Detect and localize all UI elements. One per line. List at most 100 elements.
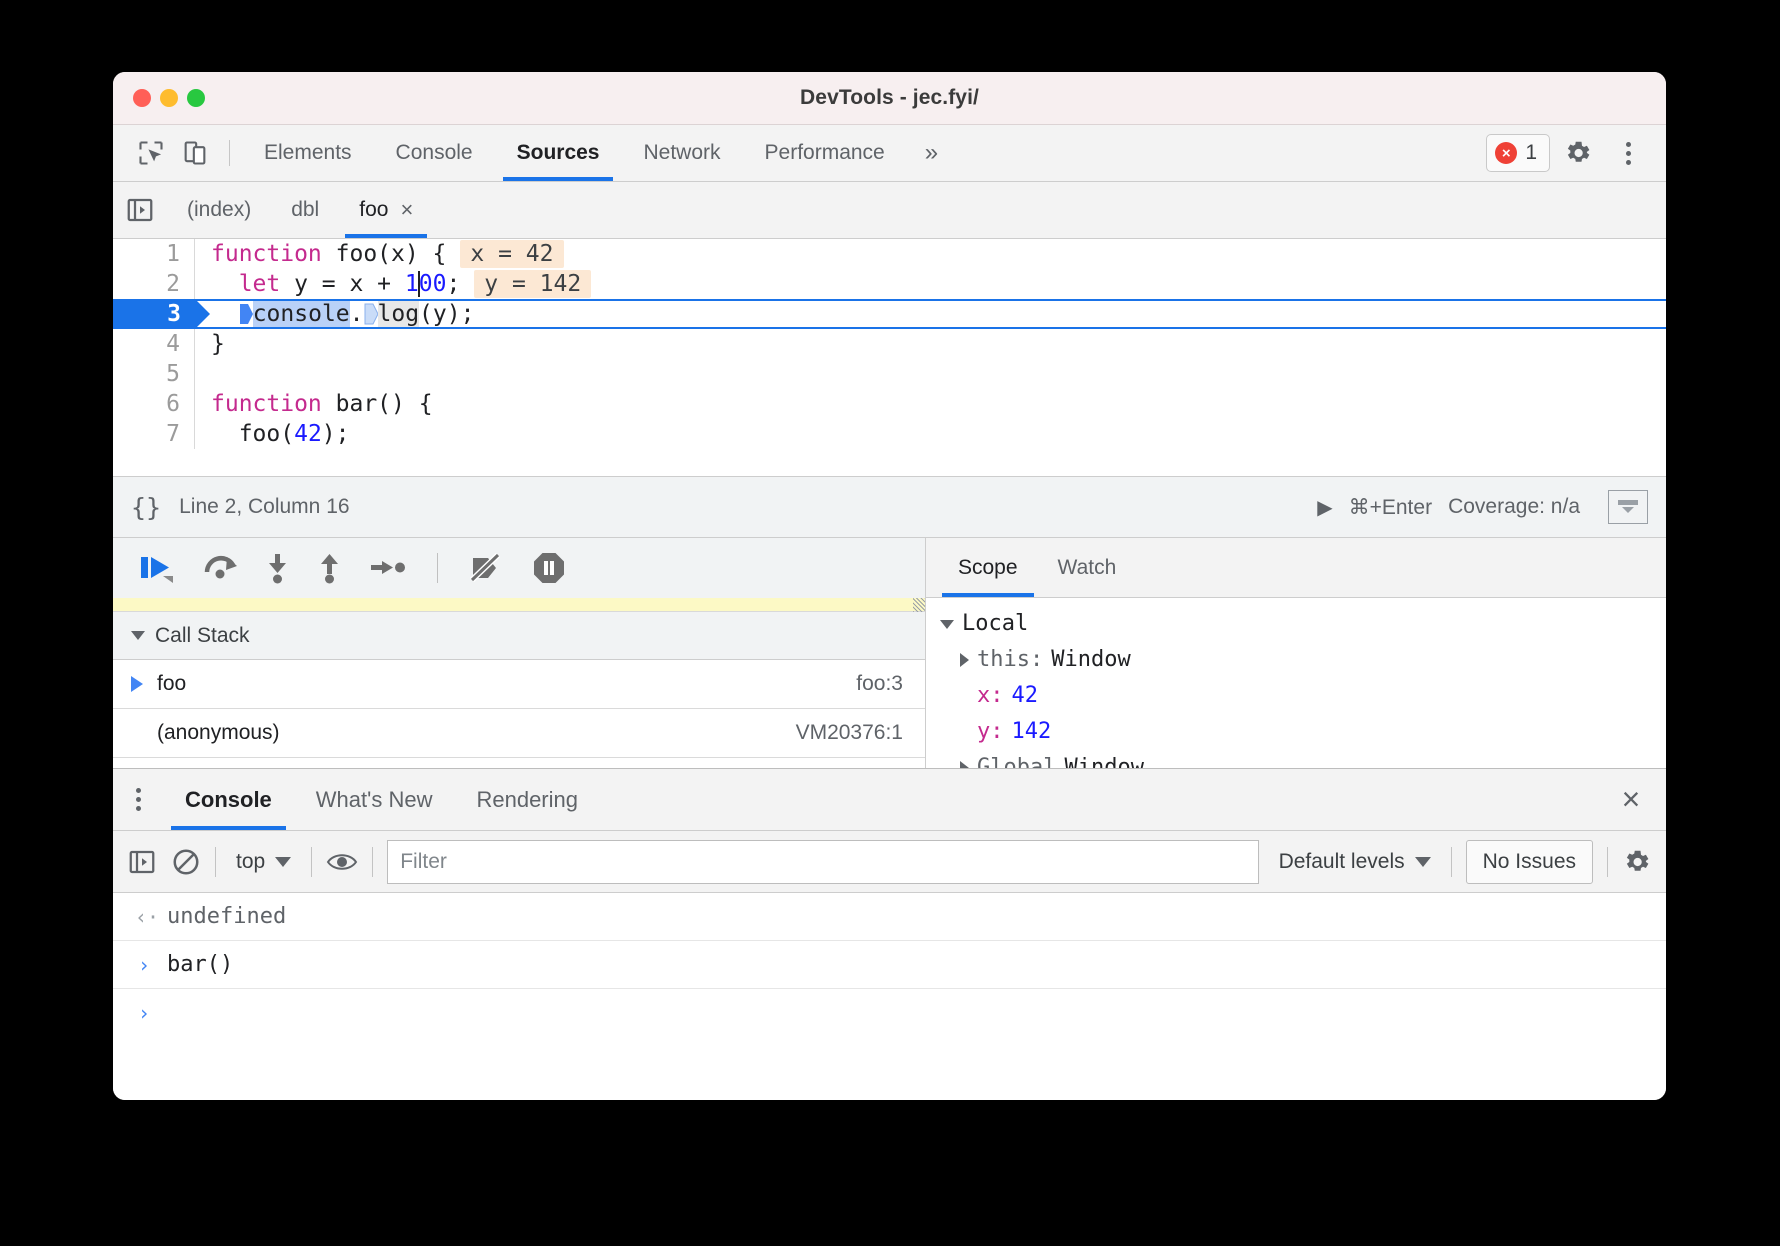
execution-context-select[interactable]: top [230, 850, 297, 874]
code-line-content: } [195, 329, 1666, 359]
code-token-plain: . [350, 301, 364, 327]
call-stack-list: foo foo:3 (anonymous) VM20376:1 [113, 660, 925, 768]
inline-value-y: y = 142 [474, 270, 591, 298]
call-stack-row-anonymous[interactable]: (anonymous) VM20376:1 [113, 709, 925, 758]
code-editor[interactable]: 1 function foo(x) {x = 42 2 let y = x + … [113, 239, 1666, 476]
scope-prop-name: this: [977, 642, 1043, 678]
tab-performance[interactable]: Performance [743, 125, 907, 181]
tab-console[interactable]: Console [374, 125, 495, 181]
inline-value-x: x = 42 [460, 240, 563, 268]
live-expression-eye-icon[interactable] [326, 847, 358, 877]
log-levels-select[interactable]: Default levels [1273, 850, 1437, 874]
tab-scope-label: Scope [958, 556, 1018, 580]
code-line-content: function foo(x) {x = 42 [195, 239, 1666, 269]
scope-section-local[interactable]: Local [940, 606, 1666, 642]
step-marker-icon-2[interactable] [364, 303, 379, 325]
line-number-current: 3 [113, 299, 195, 329]
code-line-2[interactable]: 2 let y = x + 100;y = 142 [113, 269, 1666, 299]
tab-console-label: Console [396, 141, 473, 165]
drawer-more-tools-icon[interactable] [113, 769, 163, 830]
scope-row-global[interactable]: Global Window [940, 750, 1666, 768]
code-token-number: 42 [294, 421, 322, 447]
call-stack-frame-name: foo [157, 672, 186, 696]
call-stack-frame-location: foo:3 [856, 672, 903, 696]
call-stack-row-foo[interactable]: foo foo:3 [113, 660, 925, 709]
drawer-tab-rendering[interactable]: Rendering [454, 769, 600, 830]
drawer-toggle-icon[interactable] [1608, 490, 1648, 524]
pause-on-exceptions-icon[interactable] [532, 551, 566, 585]
drawer-tabbar: Console What's New Rendering × [113, 769, 1666, 831]
no-issues-button[interactable]: No Issues [1466, 840, 1593, 884]
tab-scope[interactable]: Scope [938, 538, 1038, 597]
code-token-plain: (y); [419, 301, 474, 327]
main-tab-list: Elements Console Sources Network Perform… [242, 125, 956, 181]
call-stack-header[interactable]: Call Stack [113, 612, 925, 660]
resume-script-icon[interactable] [139, 552, 177, 584]
show-navigator-icon[interactable] [113, 182, 167, 238]
code-line-1[interactable]: 1 function foo(x) {x = 42 [113, 239, 1666, 269]
file-tab-dbl-label: dbl [291, 198, 319, 222]
error-count-badge[interactable]: × 1 [1486, 134, 1550, 172]
current-frame-arrow-icon [131, 676, 157, 692]
scope-row-x[interactable]: x: 42 [940, 678, 1666, 714]
tab-network[interactable]: Network [621, 125, 742, 181]
console-toolbar-divider-5 [1607, 847, 1608, 877]
step-marker-icon[interactable] [239, 303, 254, 325]
more-options-icon[interactable] [1606, 131, 1650, 175]
editor-status-right: ▶ ⌘+Enter Coverage: n/a [1317, 490, 1648, 524]
scope-prop-value: 142 [1012, 714, 1052, 750]
call-stack-frame-location: VM20376:1 [796, 721, 903, 745]
console-prompt-row[interactable]: › [113, 989, 1666, 1037]
tab-elements[interactable]: Elements [242, 125, 374, 181]
console-sidebar-toggle-icon[interactable] [127, 847, 157, 877]
step-icon[interactable] [369, 554, 407, 582]
console-toolbar-divider-4 [1451, 847, 1452, 877]
scope-row-this[interactable]: this: Window [940, 642, 1666, 678]
step-into-icon[interactable] [265, 552, 291, 584]
step-over-icon[interactable] [203, 552, 239, 584]
code-line-4[interactable]: 4 } [113, 329, 1666, 359]
pretty-print-icon[interactable]: {} [131, 493, 161, 522]
code-line-content: function bar() { [195, 389, 1666, 419]
inspect-element-icon[interactable] [129, 131, 173, 175]
code-token-plain: foo( [211, 421, 294, 447]
drawer-tab-whats-new[interactable]: What's New [294, 769, 455, 830]
file-tab-index-label: (index) [187, 198, 251, 222]
code-token-number: 00 [419, 271, 447, 297]
chevron-right-icon[interactable] [960, 761, 969, 768]
code-token-plain: ; [446, 271, 460, 297]
debugger-toolbar [113, 538, 925, 598]
call-stack-frame-name: (anonymous) [157, 721, 280, 745]
input-arrow-icon: › [135, 953, 153, 977]
close-icon[interactable]: × [400, 197, 413, 223]
tab-sources[interactable]: Sources [495, 125, 622, 181]
chevron-right-icon[interactable] [960, 653, 969, 667]
code-indent [211, 271, 239, 297]
file-tab-dbl[interactable]: dbl [271, 182, 339, 238]
clear-console-icon[interactable] [171, 847, 201, 877]
close-icon[interactable]: × [1596, 769, 1666, 830]
deactivate-breakpoints-icon[interactable] [468, 552, 506, 584]
code-line-3-current[interactable]: 3 console.log(y); [113, 299, 1666, 329]
tab-watch[interactable]: Watch [1038, 538, 1137, 597]
run-snippet-icon[interactable]: ▶ [1317, 495, 1332, 520]
gear-icon[interactable] [1556, 131, 1600, 175]
line-number: 4 [113, 329, 195, 359]
code-line-7[interactable]: 7 foo(42); [113, 419, 1666, 449]
file-tab-foo[interactable]: foo × [339, 182, 433, 238]
step-out-icon[interactable] [317, 552, 343, 584]
scope-prop-name: y: [977, 714, 1004, 750]
code-token-keyword: function [211, 241, 336, 267]
more-tabs-icon[interactable]: » [907, 125, 956, 181]
console-message-input[interactable]: › bar() [113, 941, 1666, 989]
filter-input[interactable]: Filter [387, 840, 1258, 884]
code-line-5[interactable]: 5 [113, 359, 1666, 389]
file-tab-index[interactable]: (index) [167, 182, 271, 238]
scope-row-y[interactable]: y: 142 [940, 714, 1666, 750]
device-toolbar-icon[interactable] [173, 131, 217, 175]
code-line-6[interactable]: 6 function bar() { [113, 389, 1666, 419]
console-settings-gear-icon[interactable] [1622, 847, 1652, 877]
drawer-tab-console[interactable]: Console [163, 769, 294, 830]
console-message-result[interactable]: ‹· undefined [113, 893, 1666, 941]
error-icon: × [1495, 142, 1517, 164]
